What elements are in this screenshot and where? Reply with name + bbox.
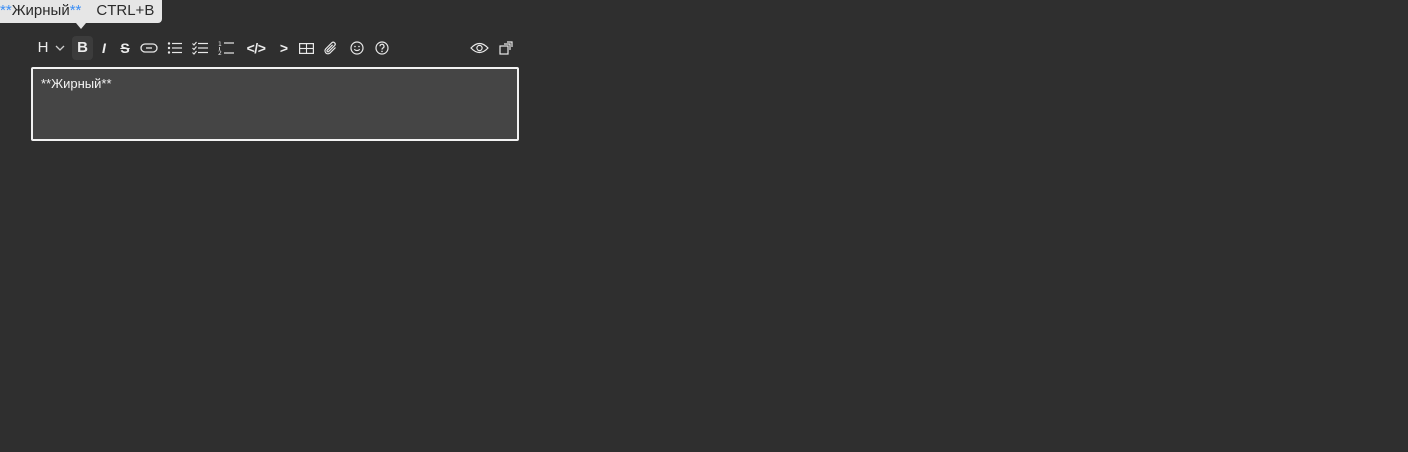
markdown-toolbar: H B I S 1 2 </> > [32, 34, 519, 62]
bulleted-list-button[interactable] [165, 36, 185, 60]
svg-text:2: 2 [218, 50, 222, 56]
code-button[interactable]: </> [242, 36, 270, 60]
table-button[interactable] [297, 36, 315, 60]
fullscreen-button[interactable] [497, 36, 515, 60]
link-icon [139, 43, 158, 53]
strikethrough-button[interactable]: S [117, 36, 133, 60]
task-list-button[interactable] [190, 36, 210, 60]
markdown-editor[interactable]: **Жирный** [31, 67, 519, 141]
bold-tooltip: ** Жирный ** CTRL+B [0, 0, 163, 23]
bold-icon: B [77, 39, 88, 56]
tooltip-markup-open: ** [0, 2, 12, 19]
heading-icon: H [37, 39, 49, 56]
quote-icon: > [279, 40, 289, 56]
attachment-icon [324, 41, 336, 54]
tooltip-arrow [76, 23, 86, 29]
table-icon [298, 42, 314, 54]
svg-text:1: 1 [218, 41, 222, 48]
italic-icon: I [102, 40, 106, 56]
tooltip-label: Жирный [11, 2, 70, 19]
bold-button[interactable]: B [72, 36, 93, 60]
fullscreen-icon [499, 41, 513, 55]
preview-button[interactable] [468, 36, 490, 60]
bulleted-list-icon [167, 42, 182, 54]
help-button[interactable] [373, 36, 391, 60]
quote-button[interactable]: > [277, 36, 291, 60]
link-button[interactable] [138, 36, 159, 60]
task-list-icon [191, 41, 208, 55]
heading-button[interactable]: H [34, 36, 70, 60]
emoji-icon [350, 41, 364, 55]
attachment-button[interactable] [321, 36, 341, 60]
emoji-button[interactable] [348, 36, 366, 60]
code-icon: </> [246, 40, 266, 56]
tooltip-markup-close: ** [69, 2, 82, 19]
numbered-list-icon: 1 2 [218, 41, 234, 56]
italic-button[interactable]: I [96, 36, 112, 60]
help-icon [375, 41, 389, 55]
preview-eye-icon [469, 42, 489, 54]
numbered-list-button[interactable]: 1 2 [216, 36, 236, 60]
editor-content[interactable]: **Жирный** [41, 76, 112, 92]
chevron-down-icon [55, 45, 65, 51]
tooltip-shortcut: CTRL+B [96, 2, 155, 19]
strikethrough-icon: S [120, 40, 130, 56]
